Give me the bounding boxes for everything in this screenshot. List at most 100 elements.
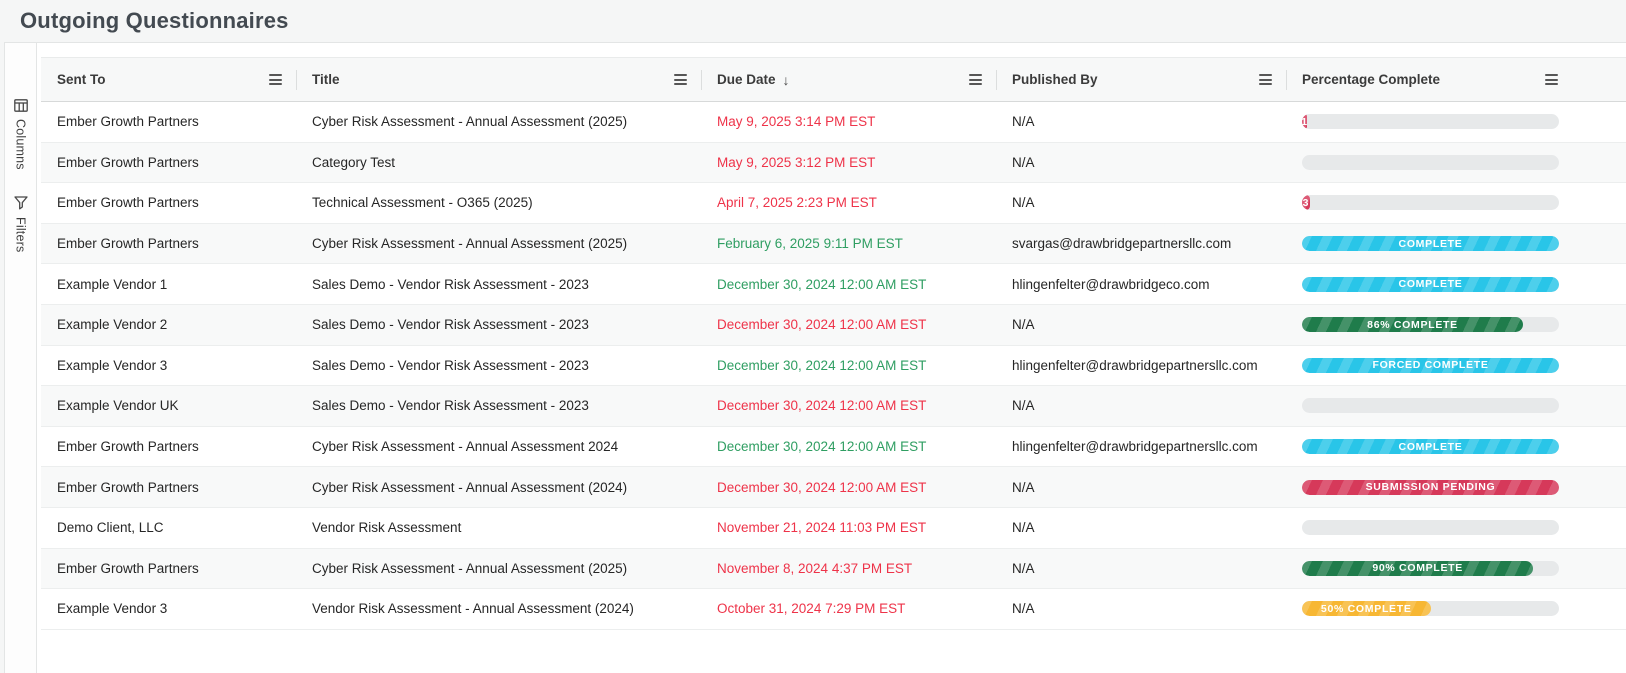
filters-panel-label: Filters [14,217,28,252]
column-menu-icon[interactable] [969,72,982,87]
due-date-cell: April 7, 2025 2:23 PM EST [701,183,996,224]
column-header-due-date[interactable]: Due Date ↓ [701,58,996,102]
title-cell: Sales Demo - Vendor Risk Assessment - 20… [296,386,701,427]
sent-to-cell: Example Vendor 1 [41,264,296,305]
table-row[interactable]: Demo Client, LLC Vendor Risk Assessment … [41,507,1626,548]
due-date-cell: December 30, 2024 12:00 AM EST [701,264,996,305]
sent-to-cell: Ember Growth Partners [41,548,296,589]
table-row[interactable]: Ember Growth Partners Cyber Risk Assessm… [41,548,1626,589]
title-cell: Vendor Risk Assessment - Annual Assessme… [296,589,701,630]
published-by-cell: N/A [996,548,1286,589]
published-by-cell: N/A [996,386,1286,427]
table-row[interactable]: Ember Growth Partners Cyber Risk Assessm… [41,223,1626,264]
table-row[interactable]: Ember Growth Partners Cyber Risk Assessm… [41,426,1626,467]
table-row[interactable]: Example Vendor UK Sales Demo - Vendor Ri… [41,386,1626,427]
column-menu-icon[interactable] [1545,72,1558,87]
due-date-cell: December 30, 2024 12:00 AM EST [701,304,996,345]
percentage-complete-cell: 50% COMPLETE [1286,589,1626,630]
table-row[interactable]: Example Vendor 1 Sales Demo - Vendor Ris… [41,264,1626,305]
sort-desc-icon[interactable]: ↓ [783,72,790,88]
sent-to-cell: Ember Growth Partners [41,102,296,143]
column-menu-icon[interactable] [269,72,282,87]
progress-bar: 3 [1302,195,1559,210]
percentage-complete-cell: 1 [1286,102,1626,143]
sent-to-cell: Ember Growth Partners [41,223,296,264]
published-by-cell: N/A [996,102,1286,143]
due-date-cell: December 30, 2024 12:00 AM EST [701,467,996,508]
sent-to-cell: Ember Growth Partners [41,183,296,224]
column-header-sent-to[interactable]: Sent To [41,58,296,102]
table-row[interactable]: Ember Growth Partners Cyber Risk Assessm… [41,102,1626,143]
progress-label: 50% COMPLETE [1321,603,1412,615]
percentage-complete-cell: 90% COMPLETE [1286,548,1626,589]
questionnaires-grid: Sent To Title Du [37,42,1626,673]
progress-bar [1302,398,1559,413]
table-row[interactable]: Ember Growth Partners Technical Assessme… [41,183,1626,224]
sent-to-cell: Ember Growth Partners [41,142,296,183]
columns-panel-label: Columns [14,119,28,170]
progress-fill: 86% COMPLETE [1302,317,1523,332]
column-header-published-by[interactable]: Published By [996,58,1286,102]
percentage-complete-cell [1286,142,1626,183]
page-title: Outgoing Questionnaires [20,8,289,34]
progress-label: 86% COMPLETE [1367,319,1458,331]
progress-bar: COMPLETE [1302,236,1559,251]
progress-bar: 50% COMPLETE [1302,601,1559,616]
progress-label: COMPLETE [1399,278,1463,290]
sent-to-cell: Example Vendor UK [41,386,296,427]
sent-to-cell: Demo Client, LLC [41,507,296,548]
filter-funnel-icon [14,196,28,210]
due-date-cell: December 30, 2024 12:00 AM EST [701,345,996,386]
column-menu-icon[interactable] [674,72,687,87]
content-area: Columns Filters Sent To [0,42,1626,673]
progress-bar: COMPLETE [1302,277,1559,292]
published-by-cell: hlingenfelter@drawbridgepartnersllc.com [996,426,1286,467]
published-by-cell: svargas@drawbridgepartnersllc.com [996,223,1286,264]
table-row[interactable]: Ember Growth Partners Category Test May … [41,142,1626,183]
progress-bar: SUBMISSION PENDING [1302,480,1559,495]
column-label: Due Date [717,72,776,87]
title-cell: Category Test [296,142,701,183]
percentage-complete-cell: 3 [1286,183,1626,224]
header-row: Sent To Title Du [41,58,1626,102]
columns-panel-toggle[interactable]: Columns [14,99,28,170]
percentage-complete-cell [1286,386,1626,427]
due-date-cell: December 30, 2024 12:00 AM EST [701,386,996,427]
filters-panel-toggle[interactable]: Filters [14,196,28,252]
progress-bar: 86% COMPLETE [1302,317,1559,332]
progress-fill: COMPLETE [1302,439,1559,454]
published-by-cell: N/A [996,304,1286,345]
title-cell: Vendor Risk Assessment [296,507,701,548]
due-date-cell: February 6, 2025 9:11 PM EST [701,223,996,264]
table-row[interactable]: Example Vendor 3 Sales Demo - Vendor Ris… [41,345,1626,386]
percentage-complete-cell: COMPLETE [1286,426,1626,467]
progress-bar: 90% COMPLETE [1302,561,1559,576]
title-cell: Cyber Risk Assessment - Annual Assessmen… [296,223,701,264]
published-by-cell: N/A [996,467,1286,508]
published-by-cell: N/A [996,589,1286,630]
columns-grid-icon [14,99,28,112]
column-menu-icon[interactable] [1259,72,1272,87]
title-cell: Technical Assessment - O365 (2025) [296,183,701,224]
progress-fill: COMPLETE [1302,236,1559,251]
title-cell: Sales Demo - Vendor Risk Assessment - 20… [296,345,701,386]
progress-label: 1 [1302,116,1307,128]
column-header-percentage-complete[interactable]: Percentage Complete [1286,58,1626,102]
table-row[interactable]: Ember Growth Partners Cyber Risk Assessm… [41,467,1626,508]
table-row[interactable]: Example Vendor 3 Vendor Risk Assessment … [41,589,1626,630]
sent-to-cell: Ember Growth Partners [41,467,296,508]
sent-to-cell: Ember Growth Partners [41,426,296,467]
progress-label: COMPLETE [1399,441,1463,453]
progress-label: SUBMISSION PENDING [1366,481,1496,493]
published-by-cell: hlingenfelter@drawbridgepartnersllc.com [996,345,1286,386]
table-row[interactable]: Example Vendor 2 Sales Demo - Vendor Ris… [41,304,1626,345]
sent-to-cell: Example Vendor 3 [41,345,296,386]
percentage-complete-cell: 86% COMPLETE [1286,304,1626,345]
column-header-title[interactable]: Title [296,58,701,102]
table-body: Ember Growth Partners Cyber Risk Assessm… [41,102,1626,630]
progress-label: COMPLETE [1399,238,1463,250]
due-date-cell: November 8, 2024 4:37 PM EST [701,548,996,589]
side-rail: Columns Filters [4,42,37,673]
progress-label: FORCED COMPLETE [1372,359,1488,371]
percentage-complete-cell: SUBMISSION PENDING [1286,467,1626,508]
